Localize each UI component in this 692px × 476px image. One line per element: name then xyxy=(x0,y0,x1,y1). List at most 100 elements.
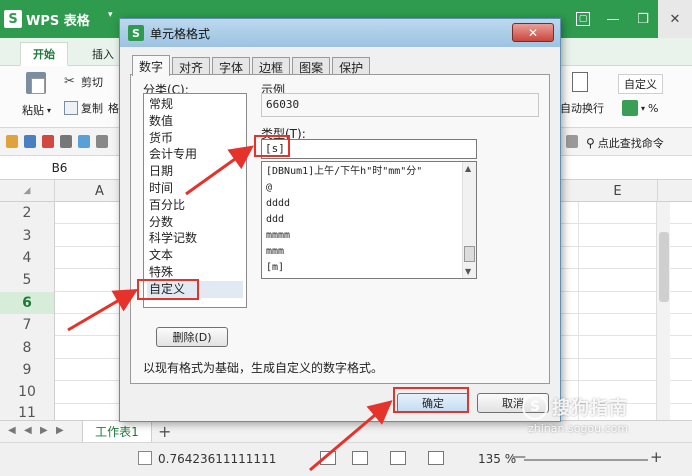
skin-button[interactable]: ▢ xyxy=(568,0,598,38)
list-item[interactable]: [m] xyxy=(266,260,284,276)
category-fraction[interactable]: 分数 xyxy=(147,214,243,231)
vertical-scrollbar[interactable] xyxy=(656,202,670,420)
sample-value: 66030 xyxy=(266,98,300,111)
paste-button[interactable] xyxy=(26,72,46,94)
export-pdf-icon[interactable] xyxy=(42,135,54,148)
command-search[interactable]: ⚲ 点此查找命令 xyxy=(586,135,664,151)
ribbon-tab-home[interactable]: 开始 xyxy=(20,42,68,66)
row-header[interactable]: 8 xyxy=(0,336,55,359)
row-header[interactable]: 3 xyxy=(0,224,55,247)
undo-icon[interactable] xyxy=(566,135,578,148)
list-item[interactable]: [DBNum1]上午/下午h"时"mm"分" xyxy=(266,164,422,180)
category-general[interactable]: 常规 xyxy=(147,96,243,113)
currency-button[interactable]: ▾ % xyxy=(622,100,658,116)
autowrap-icon-button[interactable] xyxy=(572,72,588,92)
zoom-in-button[interactable]: + xyxy=(650,448,663,466)
command-search-label: 点此查找命令 xyxy=(597,137,664,150)
row-header[interactable]: 9 xyxy=(0,358,55,382)
scrollbar-thumb[interactable] xyxy=(464,246,475,262)
app-logo[interactable]: S WPS 表格 xyxy=(4,6,104,32)
prev-sheet-icon[interactable]: ◀ xyxy=(24,425,32,436)
row-header[interactable]: 11 xyxy=(0,403,55,422)
dialog-close-button[interactable]: ✕ xyxy=(512,23,554,42)
minimize-button[interactable]: — xyxy=(598,0,628,38)
select-all-corner[interactable]: ◢ xyxy=(0,180,55,202)
copy-icon xyxy=(64,101,78,115)
percent-label: % xyxy=(648,101,659,115)
row-header[interactable]: 7 xyxy=(0,314,55,337)
format-description: 以现有格式为基础，生成自定义的数字格式。 xyxy=(143,361,384,375)
number-format-select[interactable]: 自定义 xyxy=(618,74,663,94)
name-box[interactable]: B6 xyxy=(0,156,120,180)
sheet-tab-1[interactable]: 工作表1 xyxy=(82,421,152,443)
app-menu-dropdown-icon[interactable]: ▾ xyxy=(108,10,113,20)
currency-dropdown-icon: ▾ xyxy=(641,103,646,113)
scroll-down-icon[interactable]: ▼ xyxy=(465,267,471,276)
scrollbar-thumb[interactable] xyxy=(659,232,669,302)
sogou-logo-icon: S xyxy=(522,394,548,420)
category-accounting[interactable]: 会计专用 xyxy=(147,146,243,163)
save-icon[interactable] xyxy=(24,135,36,148)
skin-icon: ▢ xyxy=(576,12,590,26)
category-list[interactable]: 常规 数值 货币 会计专用 日期 时间 百分比 分数 科学记数 文本 特殊 自定… xyxy=(143,93,247,308)
autowrap-button[interactable]: 自动换行 xyxy=(560,100,604,116)
restore-button[interactable]: ❐ xyxy=(628,0,658,38)
zoom-level[interactable]: 135 % xyxy=(478,452,516,466)
zoom-slider[interactable] xyxy=(524,459,648,461)
cut-button[interactable]: ✂ 剪切 xyxy=(64,74,103,90)
number-tab-panel: 分类(C): 常规 数值 货币 会计专用 日期 时间 百分比 分数 科学记数 文… xyxy=(130,74,550,384)
category-currency[interactable]: 货币 xyxy=(147,130,243,147)
category-scientific[interactable]: 科学记数 xyxy=(147,230,243,247)
paste-label: 粘贴 xyxy=(22,104,44,117)
cut-icon: ✂ xyxy=(64,74,75,89)
window-controls: ▢ — ❐ ✕ xyxy=(568,0,692,38)
page-layout-view-icon[interactable] xyxy=(390,451,406,465)
print-icon[interactable] xyxy=(60,135,72,148)
zoom-out-button[interactable]: — xyxy=(512,449,526,465)
category-date[interactable]: 日期 xyxy=(147,163,243,180)
column-header-e[interactable]: E xyxy=(578,180,658,202)
last-sheet-icon[interactable]: ▶ xyxy=(56,425,64,436)
category-text[interactable]: 文本 xyxy=(147,247,243,264)
row-header[interactable]: 4 xyxy=(0,246,55,270)
dialog-titlebar[interactable]: S 单元格格式 ✕ xyxy=(120,19,560,47)
calculator-icon xyxy=(138,451,152,465)
cut-label: 剪切 xyxy=(81,76,103,89)
window-close-button[interactable]: ✕ xyxy=(658,0,692,38)
type-list-scrollbar[interactable]: ▲ ▼ xyxy=(462,162,476,278)
next-sheet-icon[interactable]: ▶ xyxy=(40,425,48,436)
list-item[interactable]: mmm xyxy=(266,244,284,260)
dialog-title: 单元格格式 xyxy=(150,26,211,41)
open-icon[interactable] xyxy=(6,135,18,148)
number-format-value: 自定义 xyxy=(624,78,657,91)
row-header[interactable]: 2 xyxy=(0,202,55,225)
row-header[interactable]: 10 xyxy=(0,381,55,404)
dialog-tabs: 数字 对齐 字体 边框 图案 保护 xyxy=(132,55,372,76)
type-format-list[interactable]: [DBNum1]上午/下午h"时"mm"分" @ dddd ddd mmmm m… xyxy=(261,161,477,279)
row-header-active[interactable]: 6 xyxy=(0,291,55,314)
type-input[interactable]: [s] xyxy=(261,139,477,159)
list-item[interactable]: ddd xyxy=(266,212,284,228)
copy-label: 复制 xyxy=(81,102,103,115)
first-sheet-icon[interactable]: ◀ xyxy=(8,425,16,436)
format-painter-button[interactable]: 格 xyxy=(108,100,119,116)
scroll-up-icon[interactable]: ▲ xyxy=(465,164,471,173)
list-item[interactable]: dddd xyxy=(266,196,290,212)
delete-button[interactable]: 删除(D) xyxy=(156,327,228,347)
list-item[interactable]: @ xyxy=(266,180,272,196)
paste-label-button[interactable]: 粘贴 ▾ xyxy=(22,102,51,118)
status-bar: 0.76423611111111 135 % — + xyxy=(0,442,692,476)
preview-icon[interactable] xyxy=(78,135,90,148)
page-break-view-icon[interactable] xyxy=(352,451,368,465)
category-time[interactable]: 时间 xyxy=(147,180,243,197)
tab-number[interactable]: 数字 xyxy=(132,55,171,76)
copy-button[interactable]: 复制 xyxy=(64,100,103,116)
reading-view-icon[interactable] xyxy=(428,451,444,465)
category-number[interactable]: 数值 xyxy=(147,113,243,130)
list-item[interactable]: mmmm xyxy=(266,228,290,244)
spellcheck-icon[interactable] xyxy=(96,135,108,148)
normal-view-icon[interactable] xyxy=(320,451,336,465)
row-header[interactable]: 5 xyxy=(0,269,55,292)
add-sheet-button[interactable]: + xyxy=(158,422,171,441)
category-percentage[interactable]: 百分比 xyxy=(147,197,243,214)
